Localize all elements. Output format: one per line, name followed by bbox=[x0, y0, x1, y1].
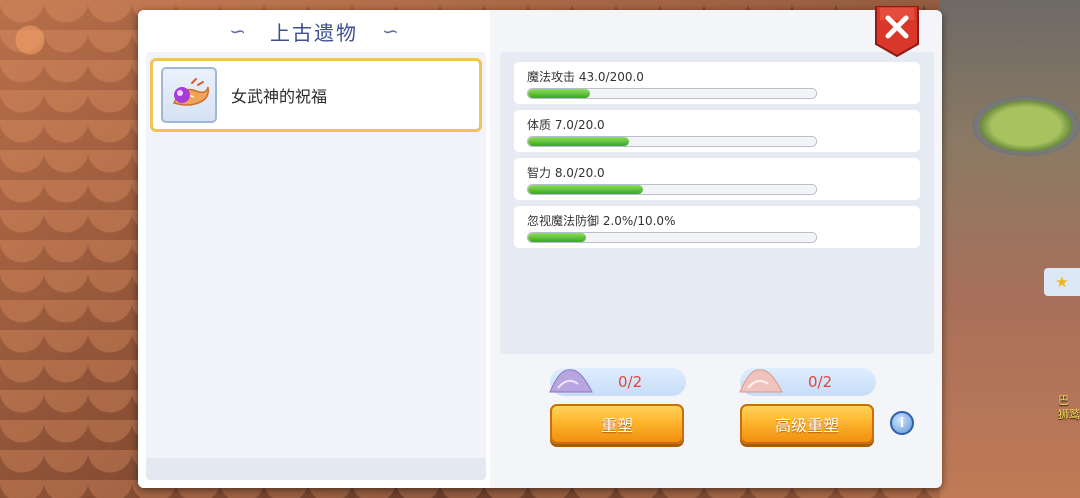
stat-progress-bar bbox=[527, 88, 817, 99]
pink-powder-icon bbox=[739, 369, 783, 393]
panel-title: 上古遗物 bbox=[270, 20, 358, 45]
stat-row-magic-attack: 魔法攻击 43.0/200.0 bbox=[514, 62, 920, 104]
stat-label: 智力 8.0/20.0 bbox=[527, 166, 605, 180]
purple-powder-icon bbox=[549, 369, 593, 393]
relic-list-column: ∽ 上古遗物 ∽ 女武神的祝福 bbox=[138, 10, 490, 488]
reshape-button[interactable]: 重塑 bbox=[550, 404, 684, 444]
relic-list-footer bbox=[146, 458, 486, 480]
world-location-label: 巴 狮鹫 bbox=[1058, 394, 1080, 421]
stat-label: 魔法攻击 43.0/200.0 bbox=[527, 70, 644, 84]
stat-progress-bar bbox=[527, 184, 817, 195]
reshape-cost-count: 0/2 bbox=[618, 373, 643, 391]
stat-progress-bar bbox=[527, 232, 817, 243]
advanced-reshape-cost: 0/2 bbox=[739, 368, 876, 396]
ancient-relic-panel: ∽ 上古遗物 ∽ 女武神的祝福 魔法攻击 43.0/200.0 体质 7.0/2… bbox=[138, 5, 942, 488]
stat-label: 体质 7.0/20.0 bbox=[527, 118, 605, 132]
stat-progress-fill bbox=[528, 233, 586, 242]
stat-progress-bar bbox=[527, 136, 817, 147]
stat-progress-fill bbox=[528, 185, 644, 194]
stat-row-ignore-magic-defense: 忽视魔法防御 2.0%/10.0% bbox=[514, 206, 920, 248]
stat-row-vitality: 体质 7.0/20.0 bbox=[514, 110, 920, 152]
relic-stats-area: 魔法攻击 43.0/200.0 体质 7.0/20.0 智力 8.0/20.0 … bbox=[500, 52, 934, 354]
stat-progress-fill bbox=[528, 89, 590, 98]
title-swirl-left-icon: ∽ bbox=[229, 19, 246, 43]
background-flower-planter bbox=[972, 96, 1080, 156]
close-icon bbox=[875, 5, 919, 58]
relic-item-name: 女武神的祝福 bbox=[231, 87, 328, 106]
stat-progress-fill bbox=[528, 137, 629, 146]
relic-item-valkyrie-blessing[interactable]: 女武神的祝福 bbox=[150, 58, 482, 132]
stat-row-intelligence: 智力 8.0/20.0 bbox=[514, 158, 920, 200]
close-button[interactable] bbox=[874, 5, 920, 58]
valkyrie-wing-icon bbox=[161, 67, 217, 123]
favorite-star-icon[interactable]: ★ bbox=[1044, 268, 1080, 296]
stat-label: 忽视魔法防御 2.0%/10.0% bbox=[527, 214, 676, 228]
panel-header: ∽ 上古遗物 ∽ bbox=[138, 10, 490, 52]
info-icon[interactable]: i bbox=[890, 411, 914, 435]
background-town-square bbox=[940, 0, 1080, 498]
advanced-reshape-cost-count: 0/2 bbox=[808, 373, 833, 391]
advanced-reshape-button[interactable]: 高级重塑 bbox=[740, 404, 874, 444]
title-swirl-right-icon: ∽ bbox=[382, 19, 399, 43]
reshape-cost: 0/2 bbox=[549, 368, 686, 396]
